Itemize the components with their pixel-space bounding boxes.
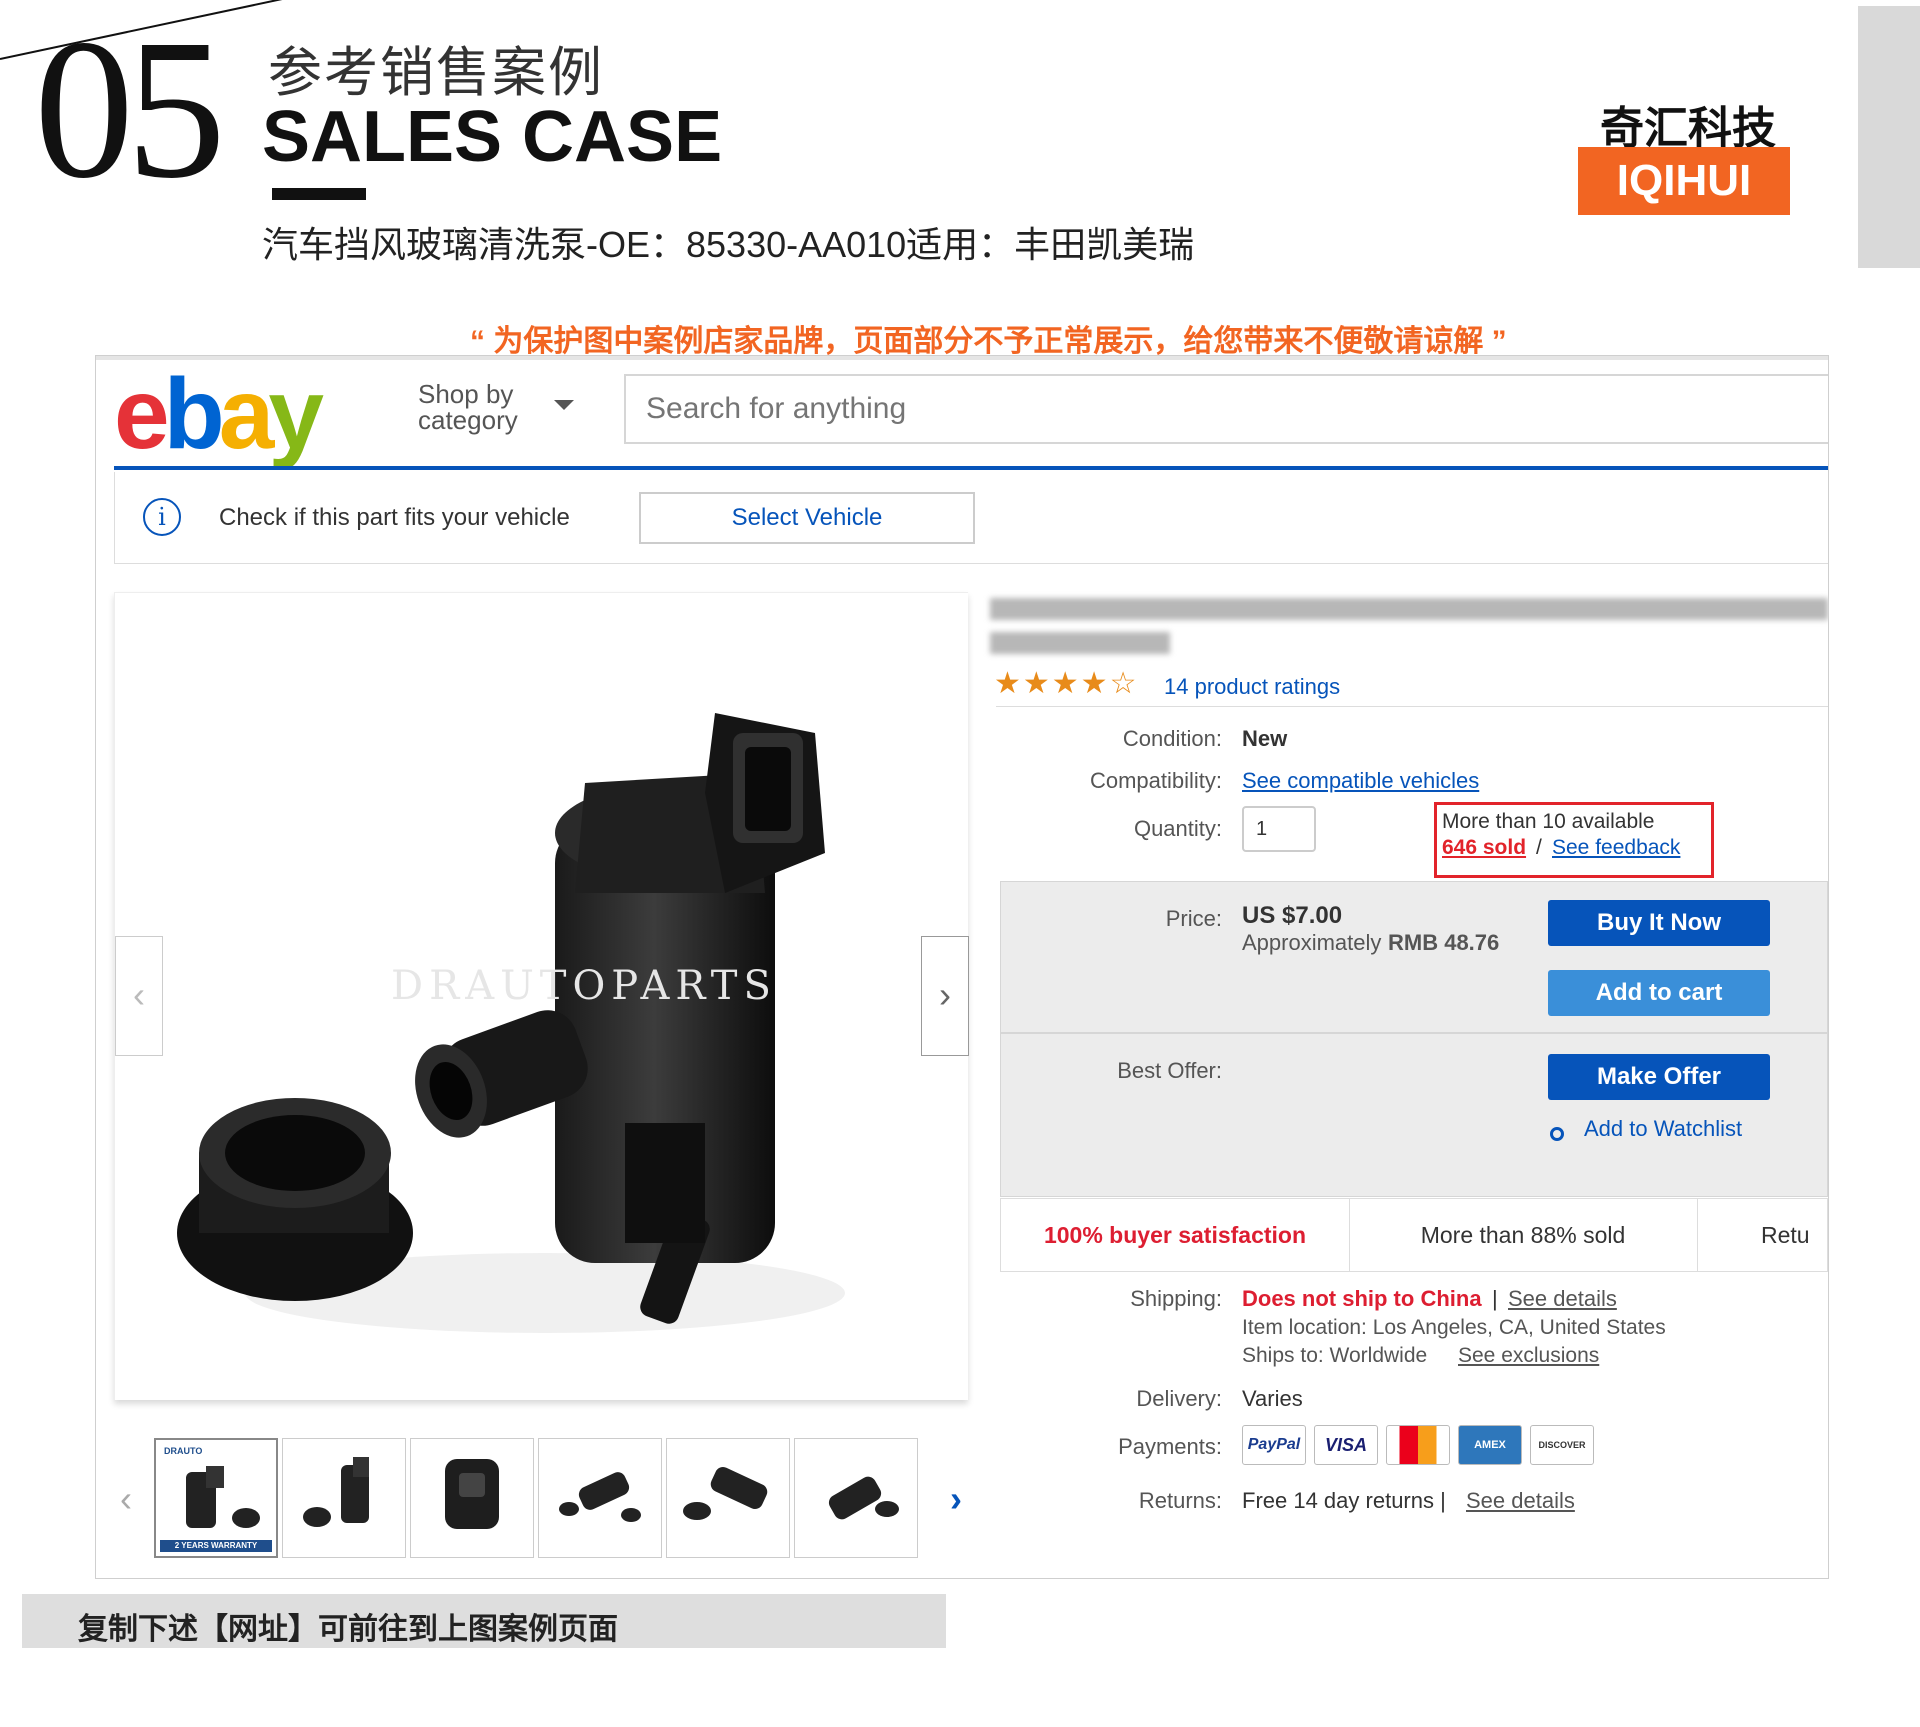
amex-icon: AMEX bbox=[1458, 1425, 1522, 1465]
returns-value: Free 14 day returns | bbox=[1242, 1488, 1446, 1513]
discover-icon: DISCOVER bbox=[1530, 1425, 1594, 1465]
quantity-input[interactable] bbox=[1242, 806, 1316, 852]
thumb-image bbox=[559, 1472, 641, 1522]
returns-badge: Retu bbox=[1761, 1222, 1810, 1248]
sold-separator: / bbox=[1536, 836, 1542, 859]
buyer-satisfaction: 100% buyer satisfaction bbox=[1043, 1222, 1307, 1248]
shop-by-category-button[interactable]: Shop by category bbox=[418, 381, 518, 433]
thumbnail-3[interactable] bbox=[410, 1438, 534, 1558]
thumbnail-4[interactable] bbox=[538, 1438, 662, 1558]
best-offer-label: Best Offer: bbox=[1117, 1058, 1222, 1083]
logo-letter-b: b bbox=[163, 358, 225, 470]
compatibility-label: Compatibility: bbox=[1089, 768, 1222, 793]
buy-it-now-button[interactable]: Buy It Now bbox=[1548, 900, 1770, 946]
side-tab bbox=[1858, 6, 1920, 268]
see-feedback-link[interactable]: See feedback bbox=[1552, 836, 1680, 860]
see-exclusions-link[interactable]: See exclusions bbox=[1458, 1344, 1599, 1368]
logo-letter-a: a bbox=[218, 358, 275, 470]
ebay-logo[interactable]: ebay bbox=[114, 364, 324, 464]
quantity-label: Quantity: bbox=[1133, 816, 1222, 841]
ships-to: Ships to: Worldwide bbox=[1242, 1344, 1428, 1367]
fit-check-text: Check if this part fits your vehicle bbox=[219, 504, 570, 531]
product-subtitle: 汽车挡风玻璃清洗泵-OE：85330-AA010适用：丰田凯美瑞 bbox=[262, 224, 1195, 265]
info-icon: i bbox=[143, 498, 181, 536]
blurred-title-line-2 bbox=[990, 632, 1170, 654]
add-to-watchlist-link[interactable]: Add to Watchlist bbox=[1584, 1116, 1742, 1142]
percent-sold: More than 88% sold bbox=[1420, 1222, 1626, 1248]
ebay-listing-screenshot: ebay Shop by category i Check if this pa… bbox=[96, 356, 1828, 1578]
next-image-button[interactable]: › bbox=[921, 936, 969, 1056]
select-vehicle-button[interactable]: Select Vehicle bbox=[639, 492, 975, 544]
thumbnail-6[interactable] bbox=[794, 1438, 918, 1558]
approx-value: RMB 48.76 bbox=[1388, 930, 1500, 955]
rating-divider bbox=[996, 706, 1828, 707]
paypal-icon: PayPal bbox=[1242, 1425, 1306, 1465]
product-ratings-link[interactable]: 14 product ratings bbox=[1164, 674, 1340, 700]
thumbnail-5[interactable] bbox=[666, 1438, 790, 1558]
prev-image-button[interactable]: ‹ bbox=[115, 936, 163, 1056]
compatible-vehicles-link[interactable]: See compatible vehicles bbox=[1242, 768, 1479, 794]
footer-bar: 复制下述【网址】可前往到上图案例页面 bbox=[22, 1594, 946, 1648]
thumb-image bbox=[445, 1459, 499, 1529]
price-value: US $7.00 bbox=[1242, 902, 1343, 929]
returns-details-link[interactable]: See details bbox=[1466, 1488, 1575, 1514]
sold-count-link[interactable]: 646 sold bbox=[1442, 836, 1526, 860]
logo-letter-e: e bbox=[114, 358, 170, 470]
brand-logo: IQIHUI bbox=[1578, 147, 1790, 215]
footer-text: 复制下述【网址】可前往到上图案例页面 bbox=[78, 1613, 618, 1646]
top-border bbox=[96, 356, 1828, 360]
thumb-image bbox=[683, 1467, 768, 1520]
shipping-details-link[interactable]: See details bbox=[1508, 1286, 1617, 1312]
condition-value: New bbox=[1242, 726, 1288, 751]
visa-icon: VISA bbox=[1314, 1425, 1378, 1465]
delivery-label: Delivery: bbox=[1136, 1386, 1222, 1411]
privacy-notice: “ 为保护图中案例店家品牌，页面部分不予正常展示，给您带来不便敬请谅解 ” bbox=[470, 325, 1507, 358]
rating-stars: ★★★★☆ bbox=[994, 667, 1139, 700]
thumbnail-2[interactable] bbox=[282, 1438, 406, 1558]
mastercard-icon: MC bbox=[1386, 1425, 1450, 1465]
shipping-separator: | bbox=[1492, 1286, 1498, 1311]
payments-label: Payments: bbox=[1118, 1434, 1222, 1459]
warranty-bar: 2 YEARS WARRANTY bbox=[160, 1540, 272, 1552]
vehicle-fit-bar: i Check if this part fits your vehicle S… bbox=[114, 472, 1828, 564]
availability-text: More than 10 available bbox=[1442, 810, 1655, 833]
add-to-cart-button[interactable]: Add to cart bbox=[1548, 970, 1770, 1016]
title-underline bbox=[272, 188, 366, 200]
thumb-image bbox=[186, 1466, 260, 1528]
sat-separator-2 bbox=[1697, 1199, 1698, 1271]
shop-by-label: Shop by bbox=[418, 379, 514, 409]
thumbs-prev-icon[interactable]: ‹ bbox=[120, 1478, 132, 1520]
thumbnail-strip: ‹ DRAUTO 2 YEARS WARRANTY › bbox=[114, 1438, 968, 1562]
shipping-value: Does not ship to China bbox=[1242, 1286, 1482, 1311]
header-divider bbox=[114, 466, 1828, 470]
logo-letter-y: y bbox=[268, 358, 324, 470]
returns-label: Returns: bbox=[1138, 1488, 1222, 1513]
product-image-panel[interactable]: DRAUTOPARTS ‹ › bbox=[114, 592, 969, 1400]
blurred-title bbox=[990, 598, 1828, 620]
item-location: Item location: Los Angeles, CA, United S… bbox=[1242, 1316, 1666, 1339]
search-input[interactable] bbox=[624, 374, 1828, 444]
chevron-down-icon[interactable] bbox=[554, 400, 574, 410]
price-divider bbox=[1001, 1032, 1827, 1034]
watchlist-eye-icon bbox=[1550, 1127, 1564, 1141]
satisfaction-row: 100% buyer satisfaction More than 88% so… bbox=[1000, 1198, 1828, 1272]
thumb-image bbox=[303, 1457, 369, 1527]
price-label: Price: bbox=[1165, 906, 1222, 931]
section-number: 05 bbox=[34, 0, 226, 220]
image-watermark: DRAUTOPARTS bbox=[391, 963, 777, 1009]
condition-label: Condition: bbox=[1122, 726, 1222, 751]
approx-prefix: Approximately bbox=[1242, 930, 1382, 955]
make-offer-button[interactable]: Make Offer bbox=[1548, 1054, 1770, 1100]
thumb-image bbox=[828, 1476, 899, 1520]
section-title-en: SALES CASE bbox=[262, 97, 723, 177]
delivery-value: Varies bbox=[1242, 1386, 1303, 1411]
page: 05 参考销售案例 SALES CASE 汽车挡风玻璃清洗泵-OE：85330-… bbox=[0, 0, 1920, 1727]
category-label: category bbox=[418, 405, 518, 435]
thumbnail-1[interactable]: DRAUTO 2 YEARS WARRANTY bbox=[154, 1438, 278, 1558]
shipping-label: Shipping: bbox=[1130, 1286, 1222, 1311]
